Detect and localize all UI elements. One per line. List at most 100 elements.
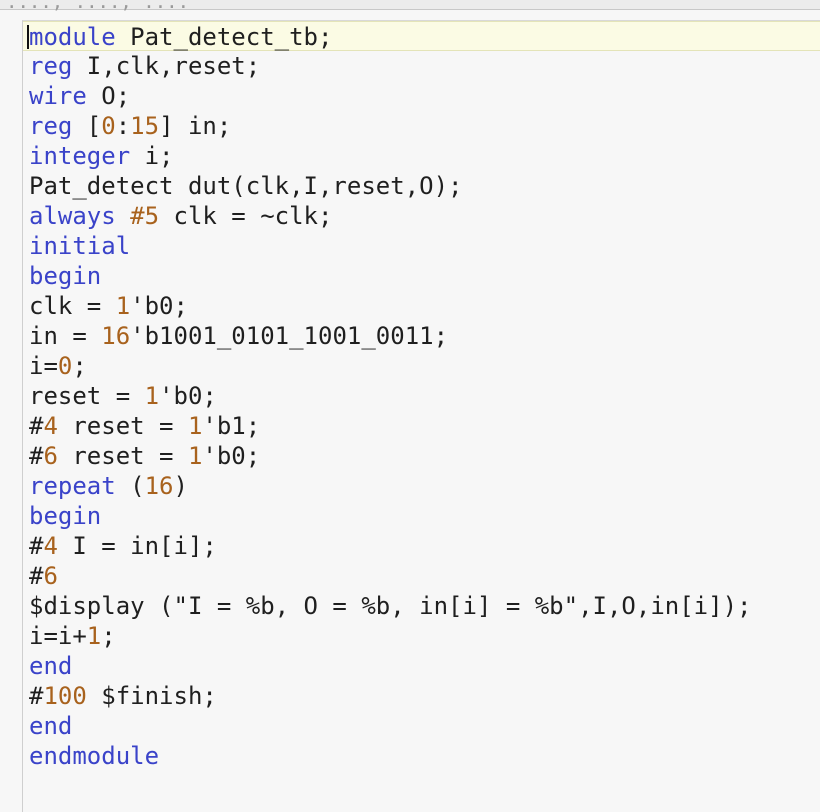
code-line[interactable]: end (23, 711, 820, 741)
code-line[interactable]: endmodule (23, 741, 820, 771)
text-token: $finish; (86, 682, 217, 710)
code-line-text: i=i+1; (29, 621, 116, 651)
code-line-text: begin (29, 261, 101, 291)
text-token: Pat_detect dut(clk,I,reset,O); (29, 172, 463, 200)
text-token: # (29, 532, 44, 560)
number-token: 6 (43, 562, 58, 590)
code-line[interactable]: #4 reset = 1'b1; (23, 411, 820, 441)
code-line[interactable]: i=i+1; (23, 621, 820, 651)
code-line-text: clk = 1'b0; (29, 291, 188, 321)
keyword-token: module (29, 23, 116, 51)
text-token: # (29, 562, 44, 590)
text-token: ] in; (159, 112, 232, 140)
number-token: 1 (187, 442, 203, 470)
text-token: in = (29, 322, 102, 350)
number-token: 1 (86, 622, 102, 650)
code-line-text: integer i; (29, 141, 174, 171)
text-token: I = in[i]; (57, 532, 217, 560)
code-line[interactable]: Pat_detect dut(clk,I,reset,O); (23, 171, 820, 201)
code-line-text: reset = 1'b0; (29, 381, 217, 411)
number-token: 16 (144, 472, 174, 500)
text-token: ; (101, 622, 116, 650)
keyword-token: reg (29, 52, 73, 80)
text-token: I,clk,reset; (72, 52, 261, 80)
text-token: $display ("I = %b, O = %b, in[i] = %b",I… (29, 592, 752, 620)
code-line[interactable]: repeat (16) (23, 471, 820, 501)
code-line-text: module Pat_detect_tb; (29, 22, 332, 52)
number-token: 15 (130, 112, 160, 140)
text-token: clk = ~clk; (159, 202, 333, 230)
code-line-text: always #5 clk = ~clk; (29, 201, 332, 231)
keyword-token: end (29, 652, 73, 680)
text-token: 'b0; (159, 382, 217, 410)
number-token: 1 (144, 382, 160, 410)
code-line[interactable]: #6 (23, 561, 820, 591)
text-token: # (29, 412, 44, 440)
code-line[interactable]: $display ("I = %b, O = %b, in[i] = %b",I… (23, 591, 820, 621)
code-line[interactable]: i=0; (23, 351, 820, 381)
code-line-text: end (29, 711, 72, 741)
keyword-token: endmodule (29, 742, 160, 770)
code-line-text: #6 (29, 561, 58, 591)
code-line[interactable]: initial (23, 231, 820, 261)
text-token: reset = (29, 382, 145, 410)
code-line-text: end (29, 651, 72, 681)
code-line[interactable]: reg I,clk,reset; (23, 51, 820, 81)
number-token: 0 (57, 352, 73, 380)
text-token: # (29, 682, 44, 710)
text-token: reset = (57, 412, 188, 440)
number-token: 4 (43, 532, 58, 560)
keyword-token: always (29, 202, 116, 230)
code-line-text: repeat (16) (29, 471, 188, 501)
code-line-text: i=0; (29, 351, 87, 381)
text-token: ( (115, 472, 145, 500)
number-token: 0 (101, 112, 116, 140)
code-line-text: reg I,clk,reset; (29, 51, 260, 81)
top-strip-text: ...., ...., .... (6, 0, 190, 13)
code-line[interactable]: begin (23, 501, 820, 531)
code-line-text: initial (29, 231, 130, 261)
code-line[interactable]: always #5 clk = ~clk; (23, 201, 820, 231)
text-token: [ (72, 112, 102, 140)
code-line-text: #100 $finish; (29, 681, 217, 711)
keyword-token: repeat (29, 472, 116, 500)
keyword-token: reg (29, 112, 73, 140)
code-line-text: #4 I = in[i]; (29, 531, 217, 561)
text-token: Pat_detect_tb; (115, 23, 333, 51)
code-line[interactable]: #4 I = in[i]; (23, 531, 820, 561)
keyword-token: wire (29, 82, 87, 110)
code-line[interactable]: in = 16'b1001_0101_1001_0011; (23, 321, 820, 351)
keyword-token: begin (29, 262, 102, 290)
text-token: : (115, 112, 131, 140)
code-line-text: #6 reset = 1'b0; (29, 441, 260, 471)
code-line-current[interactable]: module Pat_detect_tb; (23, 21, 820, 51)
code-line[interactable]: wire O; (23, 81, 820, 111)
number-token: 16 (101, 322, 131, 350)
code-editor[interactable]: module Pat_detect_tb; reg I,clk,reset; wir… (22, 20, 820, 812)
code-line[interactable]: #6 reset = 1'b0; (23, 441, 820, 471)
code-line-text: $display ("I = %b, O = %b, in[i] = %b",I… (29, 591, 751, 621)
code-line-text: in = 16'b1001_0101_1001_0011; (29, 321, 448, 351)
code-line[interactable]: clk = 1'b0; (23, 291, 820, 321)
text-token: i=i+ (29, 622, 87, 650)
text-token: reset = (57, 442, 188, 470)
keyword-token: integer (29, 142, 131, 170)
code-line-text: reg [0:15] in; (29, 111, 231, 141)
code-line[interactable]: integer i; (23, 141, 820, 171)
number-token: 4 (43, 412, 58, 440)
number-token: #5 (130, 202, 160, 230)
code-line[interactable]: reset = 1'b0; (23, 381, 820, 411)
code-line[interactable]: end (23, 651, 820, 681)
text-token: # (29, 442, 44, 470)
code-line[interactable]: begin (23, 261, 820, 291)
code-line-text: endmodule (29, 741, 159, 771)
number-token: 1 (115, 292, 131, 320)
text-token: 'b1001_0101_1001_0011; (130, 322, 449, 350)
text-token: clk = (29, 292, 116, 320)
code-line-text: wire O; (29, 81, 130, 111)
code-line[interactable]: reg [0:15] in; (23, 111, 820, 141)
code-line[interactable]: #100 $finish; (23, 681, 820, 711)
code-line-text: Pat_detect dut(clk,I,reset,O); (29, 171, 462, 201)
text-token: 'b0; (130, 292, 188, 320)
